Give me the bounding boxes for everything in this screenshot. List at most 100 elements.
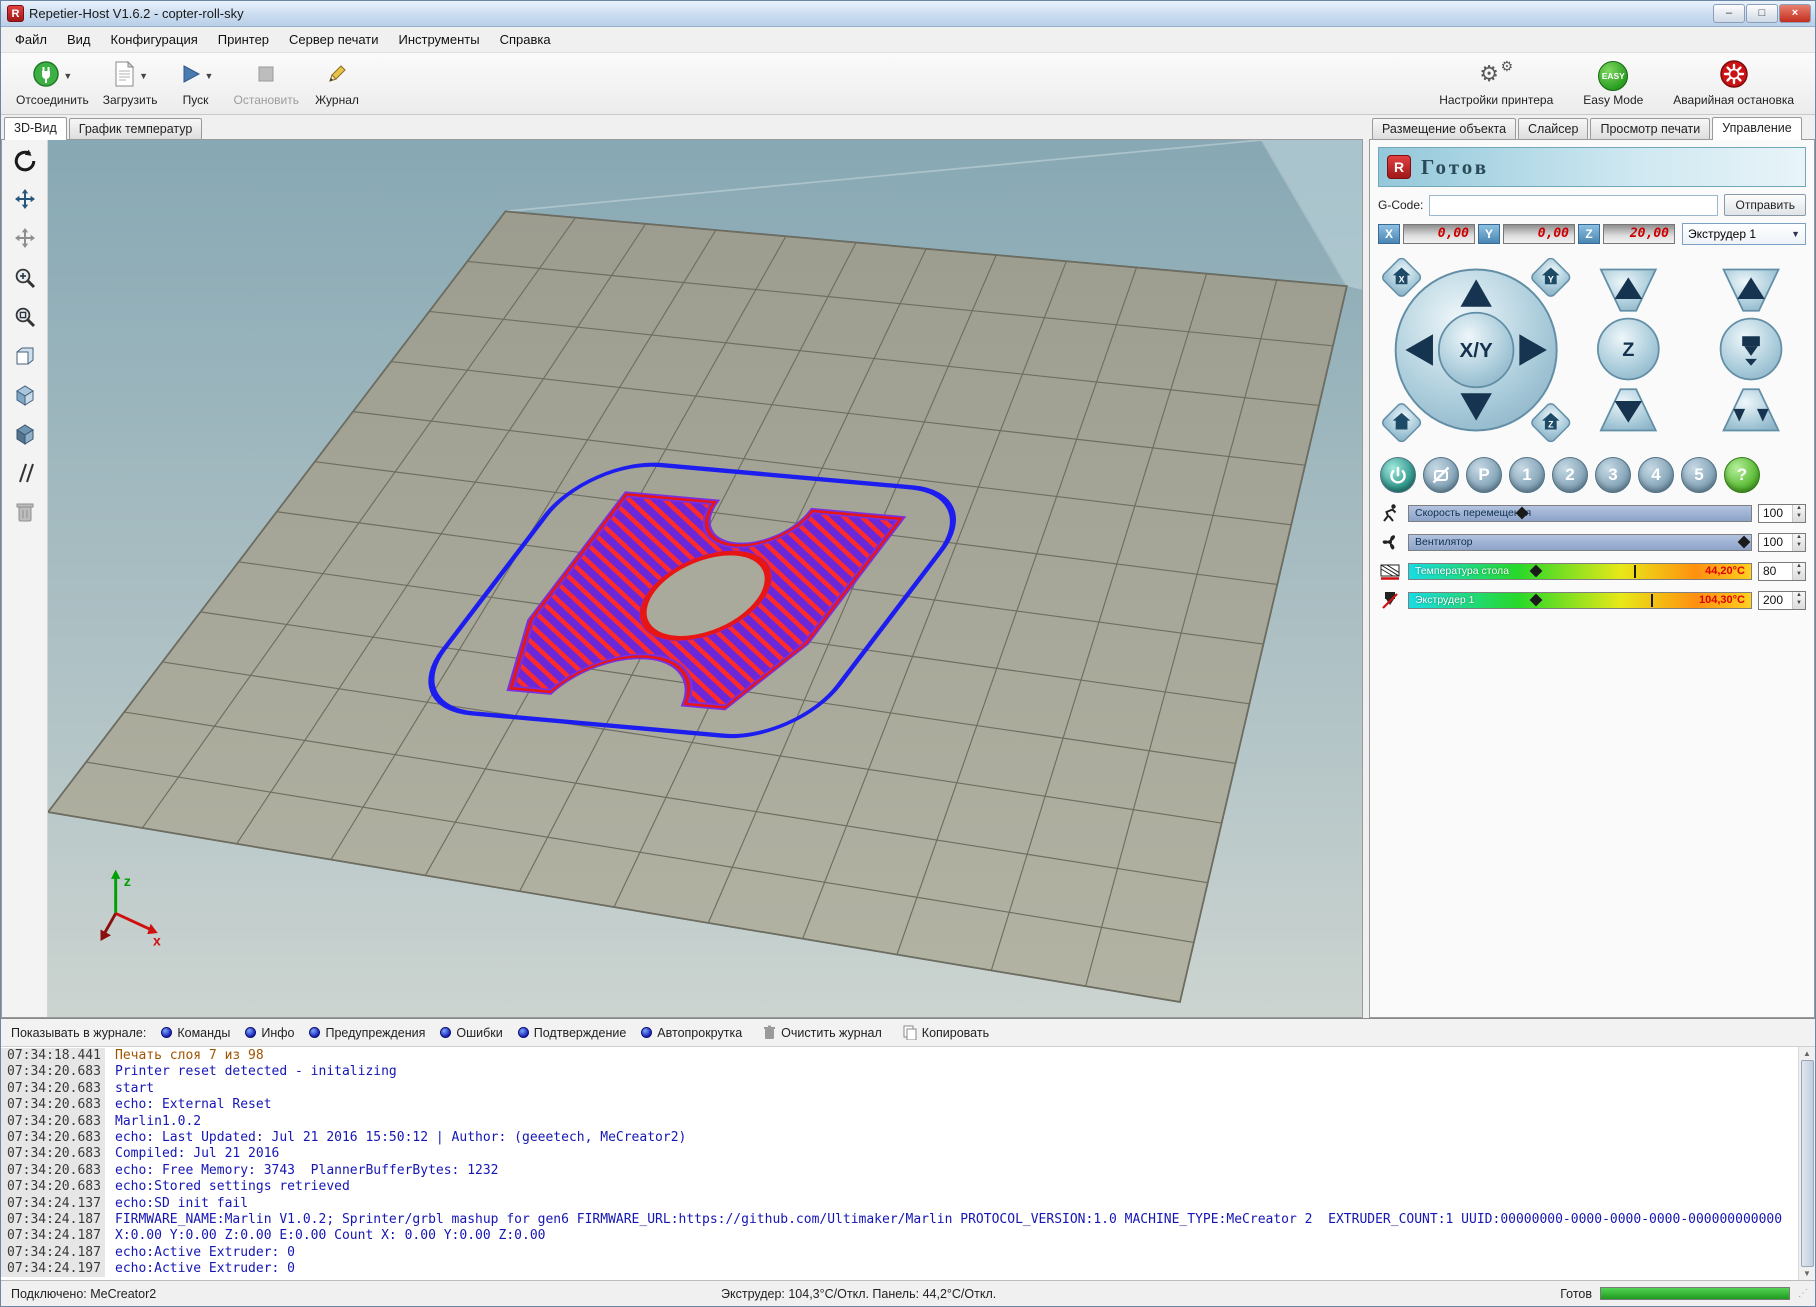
preset-4-button[interactable]: 4 bbox=[1638, 457, 1674, 493]
tab-slicer[interactable]: Слайсер bbox=[1518, 118, 1588, 139]
slider-handle[interactable] bbox=[1738, 536, 1751, 549]
app-window: R Repetier-Host V1.6.2 - copter-roll-sky… bbox=[0, 0, 1816, 1307]
load-button[interactable]: ▼ Загрузить bbox=[96, 58, 165, 109]
preset-2-button[interactable]: 2 bbox=[1552, 457, 1588, 493]
log-message: FIRMWARE_NAME:Marlin V1.0.2; Sprinter/gr… bbox=[105, 1212, 1782, 1228]
gcode-input[interactable] bbox=[1429, 195, 1718, 216]
tab-print-preview[interactable]: Просмотр печати bbox=[1590, 118, 1710, 139]
view-front-icon[interactable] bbox=[9, 341, 41, 371]
menu-item[interactable]: Сервер печати bbox=[279, 28, 388, 51]
tab-temp-graph[interactable]: График температур bbox=[69, 118, 203, 139]
spin-arrows[interactable]: ▲▼ bbox=[1792, 563, 1805, 580]
spin-arrows[interactable]: ▲▼ bbox=[1792, 534, 1805, 551]
scroll-up-icon[interactable]: ▲ bbox=[1803, 1049, 1811, 1058]
log-filter-toggle[interactable]: Инфо bbox=[245, 1026, 294, 1040]
chevron-down-icon[interactable]: ▼ bbox=[63, 71, 72, 81]
view-iso-icon[interactable] bbox=[9, 380, 41, 410]
close-button[interactable]: × bbox=[1779, 4, 1811, 23]
log-message: start bbox=[105, 1081, 154, 1097]
menu-item[interactable]: Файл bbox=[5, 28, 57, 51]
menu-item[interactable]: Инструменты bbox=[389, 28, 490, 51]
move-object-icon[interactable] bbox=[9, 224, 41, 254]
log-row: 07:34:20.683 Marlin1.0.2 bbox=[1, 1114, 1798, 1130]
fan-spinbox[interactable]: 100 ▲▼ bbox=[1758, 533, 1806, 552]
zoom-in-icon[interactable] bbox=[9, 263, 41, 293]
menu-item[interactable]: Справка bbox=[490, 28, 561, 51]
log-timestamp: 07:34:24.197 bbox=[1, 1261, 105, 1277]
scroll-down-icon[interactable]: ▼ bbox=[1803, 1269, 1811, 1278]
3d-viewport[interactable]: z x bbox=[48, 140, 1362, 1017]
printer-settings-button[interactable]: ⚙⚙ Настройки принтера bbox=[1432, 58, 1560, 109]
menu-item[interactable]: Принтер bbox=[208, 28, 279, 51]
view-top-icon[interactable] bbox=[9, 419, 41, 449]
target-marker bbox=[1651, 594, 1653, 607]
bed-current-temp: 44,20°C bbox=[1705, 565, 1745, 577]
log-toggle-button[interactable]: Журнал bbox=[306, 58, 368, 109]
slider-handle[interactable] bbox=[1529, 565, 1542, 578]
home-z-button[interactable]: Z bbox=[1530, 402, 1572, 444]
power-button[interactable] bbox=[1380, 457, 1416, 493]
menu-item[interactable]: Вид bbox=[57, 28, 101, 51]
chevron-down-icon[interactable]: ▼ bbox=[139, 71, 148, 81]
extruder-temperature-slider[interactable]: Экструдер 1 104,30°C bbox=[1408, 592, 1752, 609]
trash-icon[interactable] bbox=[9, 497, 41, 527]
log-message: X:0.00 Y:0.00 Z:0.00 E:0.00 Count X: 0.0… bbox=[105, 1228, 545, 1244]
preset-5-button[interactable]: 5 bbox=[1681, 457, 1717, 493]
travel-speed-spinbox[interactable]: 100 ▲▼ bbox=[1758, 504, 1806, 523]
start-button[interactable]: ▼ Пуск bbox=[165, 58, 227, 109]
pencil-icon bbox=[325, 62, 349, 91]
log-filter-toggle[interactable]: Автопрокрутка bbox=[641, 1026, 742, 1040]
home-x-button[interactable]: X bbox=[1381, 257, 1423, 299]
easy-mode-button[interactable]: EASY Easy Mode bbox=[1576, 58, 1650, 109]
log-timestamp: 07:34:24.187 bbox=[1, 1245, 105, 1261]
maximize-button[interactable]: □ bbox=[1746, 4, 1778, 23]
travel-speed-slider[interactable]: Скорость перемещения bbox=[1408, 505, 1752, 522]
park-button[interactable]: P bbox=[1466, 457, 1502, 493]
log-timestamp: 07:34:20.683 bbox=[1, 1163, 105, 1179]
chevron-down-icon[interactable]: ▼ bbox=[205, 71, 214, 81]
disconnect-button[interactable]: ▼ Отсоединить bbox=[9, 58, 96, 109]
log-filter-toggle[interactable]: Команды bbox=[161, 1026, 230, 1040]
resize-grip[interactable]: ⋰ bbox=[1798, 1288, 1807, 1299]
extruder-select[interactable]: Экструдер 1 ▼ bbox=[1682, 223, 1806, 245]
slider-handle[interactable] bbox=[1529, 594, 1542, 607]
move-view-icon[interactable] bbox=[9, 185, 41, 215]
tab-control[interactable]: Управление bbox=[1712, 117, 1802, 140]
tab-object-placement[interactable]: Размещение объекта bbox=[1372, 118, 1516, 139]
spin-arrows[interactable]: ▲▼ bbox=[1792, 505, 1805, 522]
help-button[interactable]: ? bbox=[1724, 457, 1760, 493]
log-filter-toggle[interactable]: Подтверждение bbox=[518, 1026, 627, 1040]
fan-slider[interactable]: Вентилятор bbox=[1408, 534, 1752, 551]
log-row: 07:34:24.187 FIRMWARE_NAME:Marlin V1.0.2… bbox=[1, 1212, 1798, 1228]
bed-temperature-slider[interactable]: Температура стола 44,20°C bbox=[1408, 563, 1752, 580]
log-timestamp: 07:34:20.683 bbox=[1, 1179, 105, 1195]
log-scrollbar[interactable]: ▲ ▼ bbox=[1798, 1047, 1815, 1280]
emergency-stop-button[interactable]: Аварийная остановка bbox=[1666, 58, 1801, 109]
clear-log-button[interactable]: Очистить журнал bbox=[763, 1025, 882, 1040]
motors-off-button[interactable] bbox=[1423, 457, 1459, 493]
log-filter-toggle[interactable]: Ошибки bbox=[440, 1026, 502, 1040]
preset-3-button[interactable]: 3 bbox=[1595, 457, 1631, 493]
rotate-view-icon[interactable] bbox=[9, 146, 41, 176]
home-y-button[interactable]: Y bbox=[1530, 257, 1572, 299]
log-timestamp: 07:34:20.683 bbox=[1, 1081, 105, 1097]
minimize-button[interactable]: – bbox=[1713, 4, 1745, 23]
log-timestamp: 07:34:24.187 bbox=[1, 1212, 105, 1228]
bed-temp-spinbox[interactable]: 80 ▲▼ bbox=[1758, 562, 1806, 581]
copy-log-button[interactable]: Копировать bbox=[903, 1025, 989, 1040]
preset-1-button[interactable]: 1 bbox=[1509, 457, 1545, 493]
log-message: echo:SD init fail bbox=[105, 1196, 248, 1212]
log-filter-toggle[interactable]: Предупреждения bbox=[309, 1026, 425, 1040]
send-gcode-button[interactable]: Отправить bbox=[1724, 194, 1806, 216]
stop-icon bbox=[255, 63, 277, 90]
scroll-thumb[interactable] bbox=[1801, 1060, 1814, 1267]
parallel-projection-icon[interactable] bbox=[9, 458, 41, 488]
menu-item[interactable]: Конфигурация bbox=[101, 28, 208, 51]
extruder-temp-spinbox[interactable]: 200 ▲▼ bbox=[1758, 591, 1806, 610]
extruder-extrude-button[interactable] bbox=[1724, 389, 1779, 430]
home-all-button[interactable] bbox=[1381, 402, 1423, 444]
zoom-fit-icon[interactable] bbox=[9, 302, 41, 332]
spin-arrows[interactable]: ▲▼ bbox=[1792, 592, 1805, 609]
tab-3d-view[interactable]: 3D-Вид bbox=[4, 117, 67, 140]
heated-bed-icon bbox=[1378, 561, 1402, 581]
